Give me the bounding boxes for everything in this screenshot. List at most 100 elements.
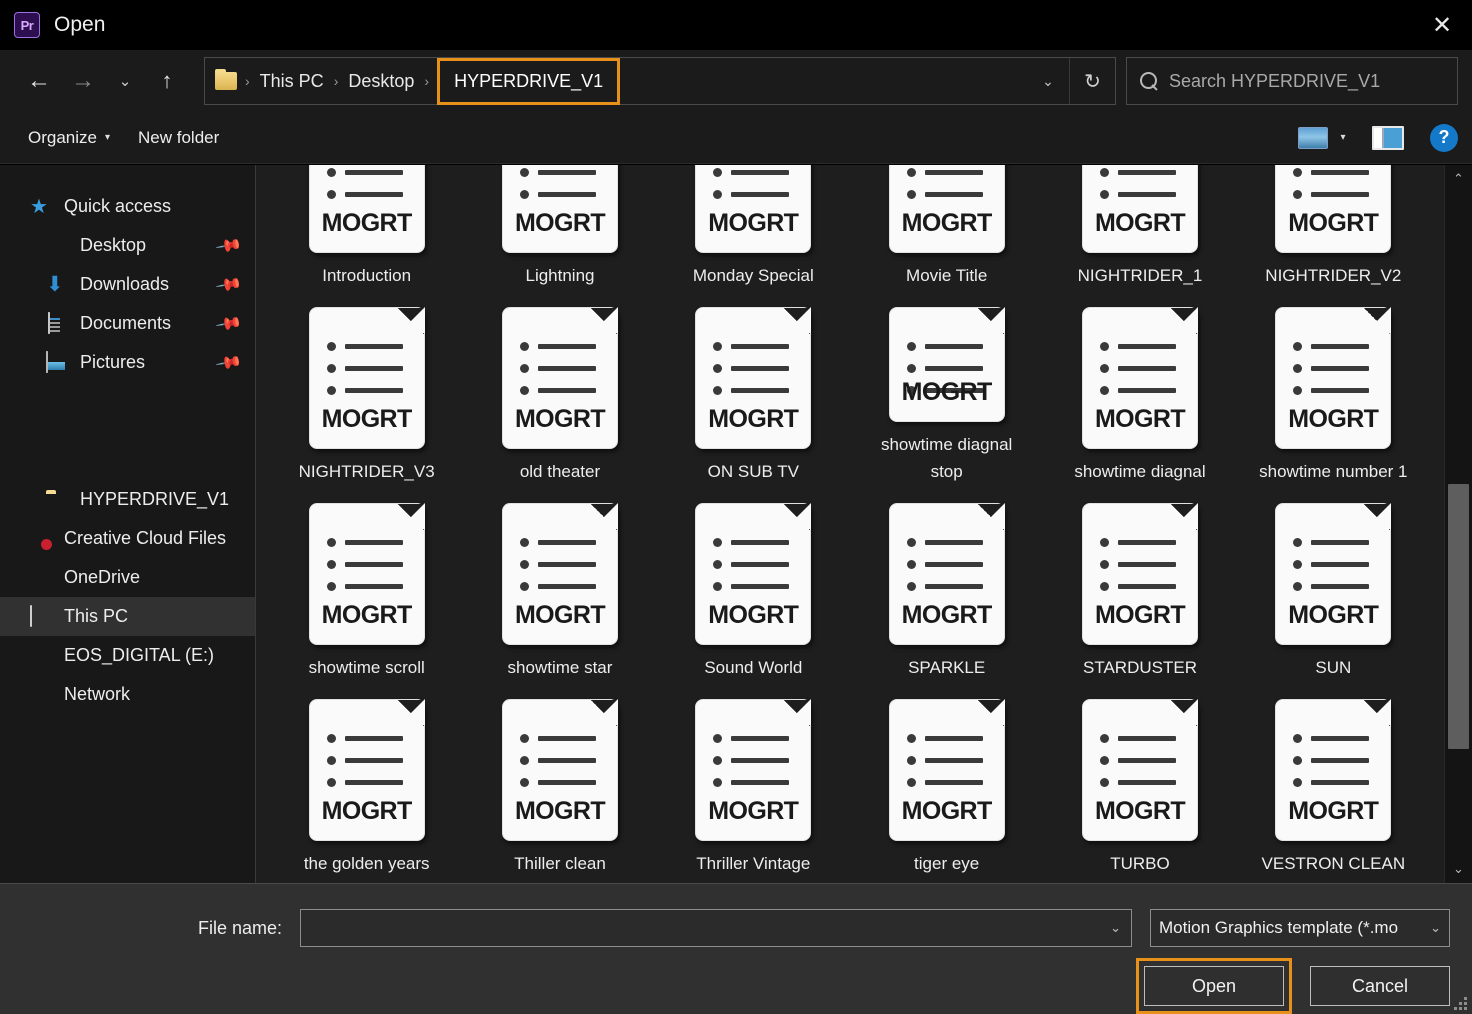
file-item[interactable]: MOGRTshowtime diagnal xyxy=(1043,289,1236,485)
sidebar-item-pictures[interactable]: Pictures 📌 xyxy=(0,343,255,382)
mogrt-icon-label: MOGRT xyxy=(890,209,1004,238)
file-item[interactable]: MOGRTNIGHTRIDER_V2 xyxy=(1237,165,1430,289)
file-type-select[interactable]: Motion Graphics template (*.mo ⌄ xyxy=(1150,909,1450,947)
mogrt-icon-label: MOGRT xyxy=(696,209,810,238)
mogrt-icon-label: MOGRT xyxy=(503,209,617,238)
file-item[interactable]: MOGRTMovie Title xyxy=(850,165,1043,289)
pictures-icon xyxy=(46,352,68,374)
sidebar-item-this-pc[interactable]: This PC xyxy=(0,597,255,636)
sidebar-item-eos-digital[interactable]: EOS_DIGITAL (E:) xyxy=(0,636,255,675)
navigation-bar: ← → ⌄ ↑ › This PC › Desktop › HYPERDRIVE… xyxy=(0,50,1472,112)
file-name-input[interactable] xyxy=(311,918,1102,938)
breadcrumb-this-pc[interactable]: This PC xyxy=(252,69,332,94)
scrollbar-track[interactable] xyxy=(1445,193,1472,855)
file-item[interactable]: MOGRTIntroduction xyxy=(270,165,463,289)
mogrt-file-icon: MOGRT xyxy=(695,307,811,449)
resize-grip-icon[interactable] xyxy=(1453,996,1467,1010)
file-item[interactable]: MOGRTold theater xyxy=(463,289,656,485)
chevron-down-icon: ▾ xyxy=(105,132,110,143)
sidebar-item-documents[interactable]: Documents 📌 xyxy=(0,304,255,343)
file-name-label: the golden years xyxy=(304,851,430,877)
sidebar-item-label: HYPERDRIVE_V1 xyxy=(80,489,229,510)
file-item[interactable]: MOGRTshowtime number 1 xyxy=(1237,289,1430,485)
sidebar-item-desktop[interactable]: Desktop 📌 xyxy=(0,226,255,265)
mogrt-file-icon: MOGRT xyxy=(1082,699,1198,841)
breadcrumb-separator: › xyxy=(332,73,341,89)
mogrt-icon-label: MOGRT xyxy=(696,797,810,826)
dialog-title: Open xyxy=(54,13,105,37)
file-name-label: File name: xyxy=(0,918,300,939)
file-item[interactable]: MOGRTON SUB TV xyxy=(657,289,850,485)
view-layout-icon[interactable] xyxy=(1298,127,1328,149)
mogrt-file-icon: MOGRT xyxy=(695,165,811,253)
file-item[interactable]: MOGRT VESTRON CLEAN xyxy=(1237,681,1430,877)
sidebar-item-network[interactable]: Network xyxy=(0,675,255,714)
file-item[interactable]: MOGRTtiger eye xyxy=(850,681,1043,877)
file-item[interactable]: MOGRTTURBO xyxy=(1043,681,1236,877)
mogrt-icon-label: MOGRT xyxy=(503,797,617,826)
navigation-pane: ★ Quick access Desktop 📌 ⬇ Downloads 📌 D… xyxy=(0,165,256,883)
scrollbar-thumb[interactable] xyxy=(1448,484,1469,749)
mogrt-file-icon: MOGRT xyxy=(1275,165,1391,253)
file-name-label: NIGHTRIDER_V3 xyxy=(299,459,435,485)
mogrt-file-icon: MOGRT xyxy=(309,165,425,253)
forward-button[interactable]: → xyxy=(66,63,100,99)
close-icon[interactable]: ✕ xyxy=(1412,0,1472,50)
file-item[interactable]: MOGRTLightning xyxy=(463,165,656,289)
file-item[interactable]: MOGRTthe golden years xyxy=(270,681,463,877)
scroll-down-icon[interactable]: ⌄ xyxy=(1445,855,1472,883)
file-item[interactable]: MOGRTshowtime star xyxy=(463,485,656,681)
file-item[interactable]: MOGRT Monday Special xyxy=(657,165,850,289)
file-item[interactable]: MOGRTNIGHTRIDER_V3 xyxy=(270,289,463,485)
sidebar-item-quick-access[interactable]: ★ Quick access xyxy=(0,187,255,226)
file-item[interactable]: MOGRTThiller clean xyxy=(463,681,656,877)
mogrt-file-icon: MOGRT xyxy=(1082,503,1198,645)
file-name-field[interactable]: ⌄ xyxy=(300,909,1132,947)
open-file-dialog: Pr Open ✕ ← → ⌄ ↑ › This PC › Desktop › … xyxy=(0,0,1472,1014)
file-item[interactable]: MOGRTSUN xyxy=(1237,485,1430,681)
file-item[interactable]: MOGRTshowtime scroll xyxy=(270,485,463,681)
breadcrumb-hyperdrive-v1[interactable]: HYPERDRIVE_V1 xyxy=(437,58,620,105)
up-button[interactable]: ↑ xyxy=(150,63,184,99)
address-bar[interactable]: › This PC › Desktop › HYPERDRIVE_V1 ⌄ ↻ xyxy=(204,57,1116,105)
breadcrumb-desktop[interactable]: Desktop xyxy=(340,69,422,94)
sidebar-item-creative-cloud-files[interactable]: Creative Cloud Files xyxy=(0,519,255,558)
sidebar-item-hyperdrive-v1[interactable]: HYPERDRIVE_V1 xyxy=(0,480,255,519)
sidebar-item-label: Documents xyxy=(80,313,171,334)
dialog-footer: File name: ⌄ Motion Graphics template (*… xyxy=(0,883,1472,1014)
vertical-scrollbar[interactable]: ⌃ ⌄ xyxy=(1444,165,1472,883)
open-button[interactable]: Open xyxy=(1144,966,1284,1006)
file-item[interactable]: MOGRTSTARDUSTER xyxy=(1043,485,1236,681)
address-dropdown-icon[interactable]: ⌄ xyxy=(1027,58,1069,104)
chevron-down-icon[interactable]: ⌄ xyxy=(1102,920,1121,936)
file-item[interactable]: MOGRTshowtime diagnal stop xyxy=(850,289,1043,485)
mogrt-file-icon: MOGRT xyxy=(889,503,1005,645)
mogrt-file-icon: MOGRT xyxy=(1275,699,1391,841)
new-folder-button[interactable]: New folder xyxy=(124,122,233,154)
sidebar-item-downloads[interactable]: ⬇ Downloads 📌 xyxy=(0,265,255,304)
organize-button[interactable]: Organize ▾ xyxy=(14,122,124,154)
sidebar-item-onedrive[interactable]: OneDrive xyxy=(0,558,255,597)
preview-pane-icon[interactable] xyxy=(1372,126,1404,150)
onedrive-icon xyxy=(30,567,52,589)
file-item[interactable]: MOGRTSound World xyxy=(657,485,850,681)
mogrt-file-icon: MOGRT xyxy=(695,503,811,645)
search-input[interactable]: Search HYPERDRIVE_V1 xyxy=(1169,71,1380,92)
file-item[interactable]: MOGRTThriller Vintage xyxy=(657,681,850,877)
refresh-icon[interactable]: ↻ xyxy=(1069,58,1115,104)
recent-locations-button[interactable]: ⌄ xyxy=(108,63,142,99)
scroll-up-icon[interactable]: ⌃ xyxy=(1445,165,1472,193)
help-icon[interactable]: ? xyxy=(1430,124,1458,152)
sidebar-item-label: Quick access xyxy=(64,196,171,217)
file-name-label: Monday Special xyxy=(693,263,814,289)
file-item[interactable]: MOGRTNIGHTRIDER_1 xyxy=(1043,165,1236,289)
back-button[interactable]: ← xyxy=(22,63,56,99)
search-box[interactable]: Search HYPERDRIVE_V1 xyxy=(1126,57,1458,105)
breadcrumb-separator: › xyxy=(243,73,252,89)
cancel-button[interactable]: Cancel xyxy=(1310,966,1450,1006)
chevron-down-icon[interactable]: ▾ xyxy=(1332,125,1354,151)
mogrt-icon-label: MOGRT xyxy=(310,209,424,238)
mogrt-file-icon: MOGRT xyxy=(695,699,811,841)
file-item[interactable]: MOGRTSPARKLE xyxy=(850,485,1043,681)
file-name-label: VESTRON CLEAN xyxy=(1262,851,1406,877)
